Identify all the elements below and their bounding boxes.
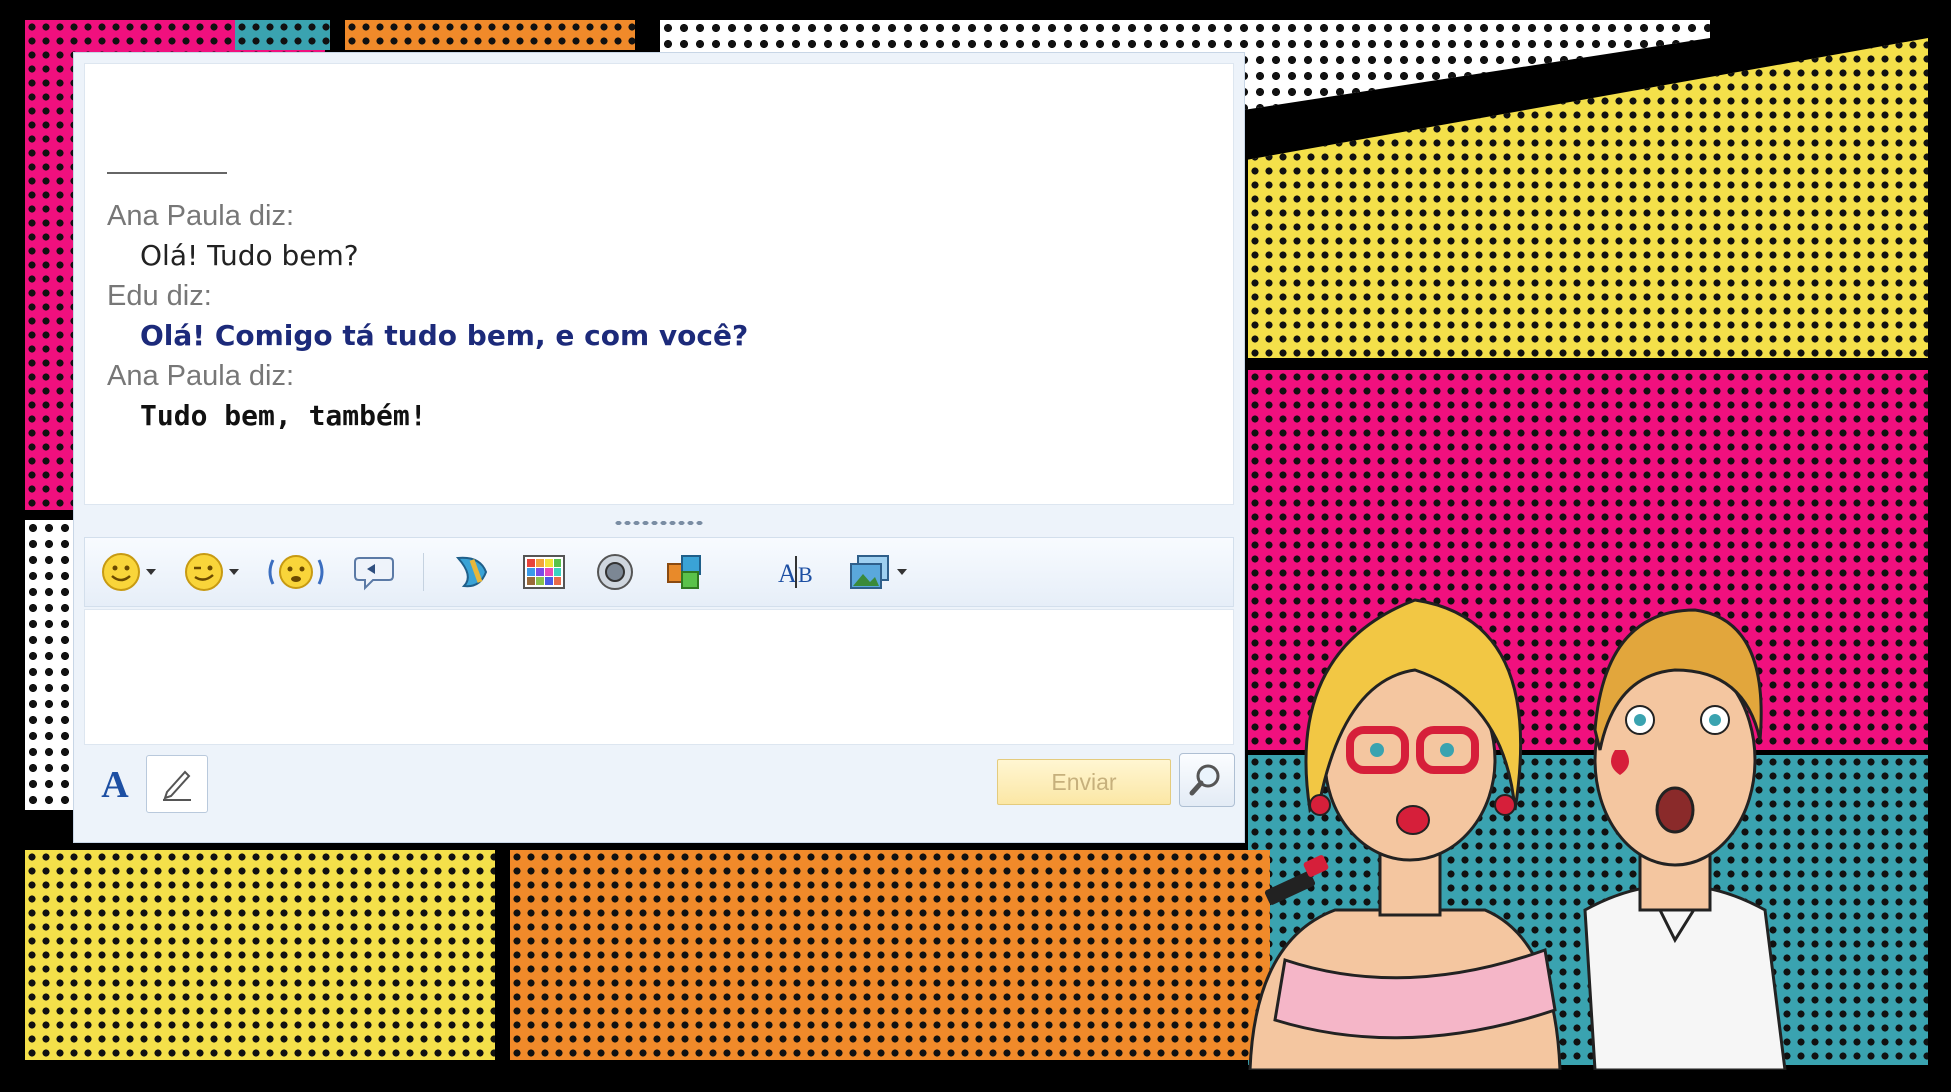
handwriting-button[interactable] — [146, 755, 208, 813]
image-share-button[interactable] — [848, 548, 907, 596]
chat-window: Ana Paula diz: Olá! Tudo bem? Edu diz: O… — [73, 52, 1245, 843]
voice-clip-icon — [354, 557, 394, 591]
chevron-down-icon[interactable] — [897, 569, 907, 575]
message-sender: Ana Paula diz: — [107, 360, 295, 392]
message-sender: Edu diz: — [107, 280, 212, 312]
chevron-down-icon[interactable] — [146, 569, 156, 575]
resize-grip[interactable] — [614, 520, 704, 526]
pencil-icon — [163, 770, 191, 801]
sound-button[interactable] — [594, 548, 636, 596]
message-text: Olá! Tudo bem? — [140, 239, 359, 272]
game-button[interactable] — [664, 548, 706, 596]
bottom-bar: A Enviar — [84, 747, 1235, 835]
background-button[interactable] — [522, 548, 566, 596]
chat-toolbar: A B — [84, 537, 1234, 607]
conversation-history: Ana Paula diz: Olá! Tudo bem? Edu diz: O… — [84, 63, 1234, 505]
message-text: Olá! Comigo tá tudo bem, e com você? — [140, 319, 749, 352]
ink-icon — [455, 556, 488, 588]
orange-dot-panel-bottom — [510, 850, 1270, 1060]
voice-clip-button[interactable] — [353, 548, 395, 596]
text-style-button[interactable]: A B — [774, 548, 820, 596]
text-style-icon: A B — [778, 556, 813, 588]
nudge-button[interactable] — [267, 548, 325, 596]
sound-icon — [597, 554, 633, 590]
emoticon-icon — [102, 553, 140, 591]
svg-text:A: A — [778, 559, 797, 588]
svg-text:B: B — [798, 562, 813, 587]
wink-button[interactable] — [184, 548, 239, 596]
chevron-down-icon[interactable] — [229, 569, 239, 575]
send-button[interactable]: Enviar — [997, 759, 1171, 805]
font-button[interactable]: A — [92, 757, 138, 813]
search-button[interactable] — [1179, 753, 1235, 807]
nudge-icon — [268, 555, 324, 589]
orange-dot-panel-top — [345, 20, 635, 50]
wink-icon — [185, 553, 223, 591]
search-icon — [1189, 764, 1220, 796]
ink-button[interactable] — [450, 548, 494, 596]
game-icon — [667, 555, 701, 589]
yellow-dot-panel-bottom — [25, 850, 495, 1060]
toolbar-separator — [423, 553, 424, 591]
white-dot-panel-left — [25, 520, 75, 810]
history-separator — [107, 172, 227, 174]
couple-illustration — [1248, 598, 1787, 1070]
message-sender: Ana Paula diz: — [107, 200, 295, 232]
message-input[interactable] — [84, 609, 1234, 745]
emoticon-button[interactable] — [101, 548, 156, 596]
background-icon — [523, 555, 565, 589]
message-text: Tudo bem, também! — [140, 399, 427, 432]
teal-dot-panel-top — [235, 20, 330, 50]
image-share-icon — [850, 555, 889, 589]
